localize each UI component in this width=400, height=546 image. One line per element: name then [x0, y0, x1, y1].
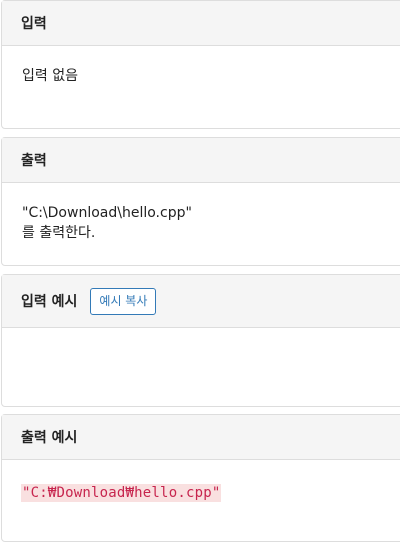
sample-input-panel: 입력 예시 예시 복사 — [1, 274, 400, 407]
input-panel-body: 입력 없음 — [2, 46, 400, 86]
input-panel: 입력 입력 없음 — [1, 0, 400, 129]
input-panel-header: 입력 — [2, 1, 400, 46]
copy-sample-button[interactable]: 예시 복사 — [90, 287, 157, 315]
output-panel: 출력 "C:\Download\hello.cpp" 를 출력한다. — [1, 137, 400, 266]
input-description: 입력 없음 — [22, 68, 78, 84]
input-panel-title: 입력 — [21, 16, 47, 32]
sample-input-panel-header: 입력 예시 예시 복사 — [2, 275, 400, 328]
output-panel-body: "C:\Download\hello.cpp" 를 출력한다. — [2, 183, 400, 243]
output-panel-header: 출력 — [2, 138, 400, 183]
sample-output-panel-header: 출력 예시 — [2, 415, 400, 460]
sample-input-panel-body — [2, 328, 400, 348]
sample-output-panel-title: 출력 예시 — [21, 430, 78, 446]
output-description-line2: 를 출력한다. — [22, 225, 96, 241]
output-panel-title: 출력 — [21, 153, 47, 169]
sample-output-panel: 출력 예시 "C:₩Download₩hello.cpp" — [1, 414, 400, 542]
output-description-line1: "C:\Download\hello.cpp" — [22, 205, 192, 221]
sample-input-panel-title: 입력 예시 — [21, 294, 78, 310]
sample-output-code: "C:₩Download₩hello.cpp" — [21, 484, 222, 502]
sample-output-panel-body: "C:₩Download₩hello.cpp" — [2, 460, 400, 503]
